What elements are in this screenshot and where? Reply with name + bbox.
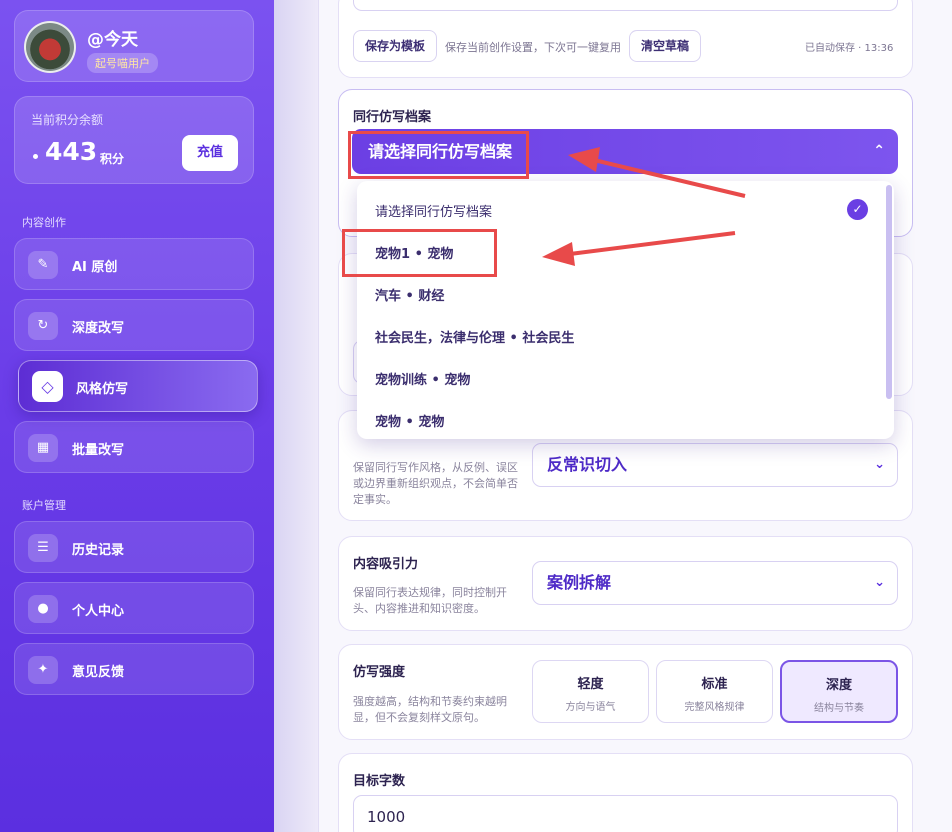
annotation-arrows xyxy=(542,147,746,266)
annotation-arrow-head xyxy=(542,242,575,266)
annotation-arrow-line xyxy=(593,158,746,198)
annotation-arrow-head xyxy=(568,147,600,172)
annotation-arrow-line xyxy=(569,231,736,256)
